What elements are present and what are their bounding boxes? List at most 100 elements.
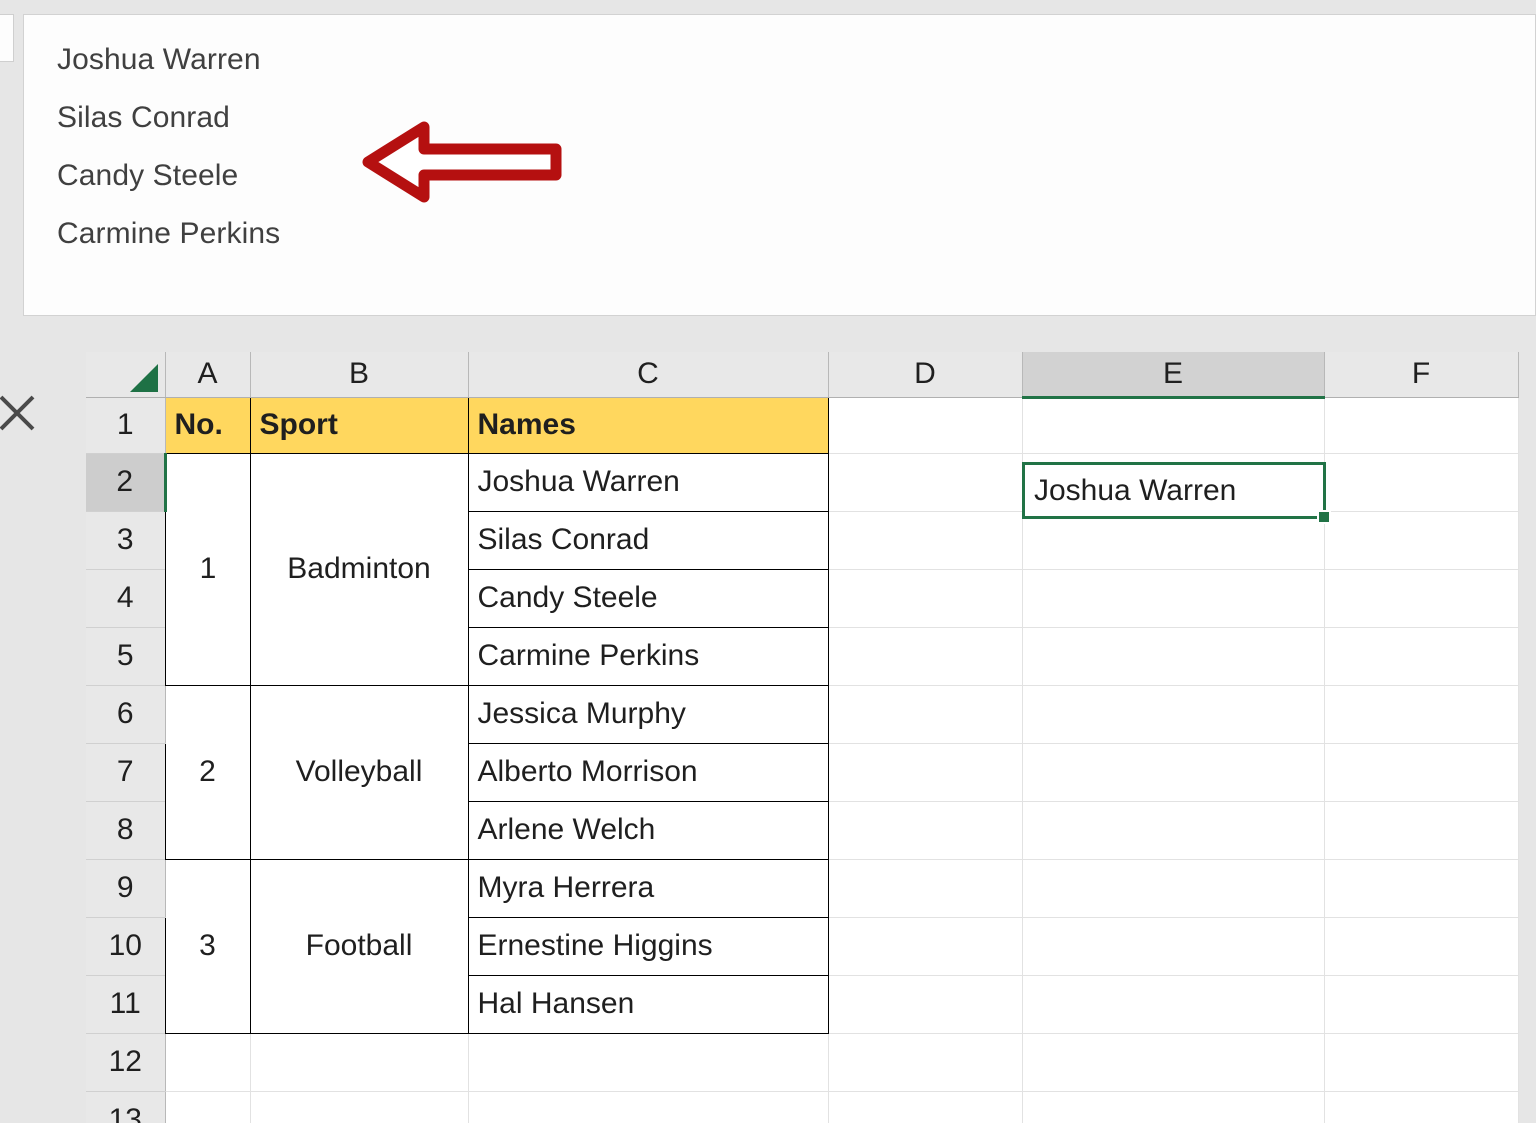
row-header-2[interactable]: 2: [86, 453, 167, 512]
cell-f11[interactable]: [1324, 975, 1519, 1034]
cell-d4[interactable]: [828, 569, 1023, 628]
close-icon[interactable]: [0, 392, 38, 434]
cell-e13[interactable]: [1022, 1091, 1325, 1123]
active-cell-e2[interactable]: Joshua Warren: [1022, 462, 1331, 524]
cell-f3[interactable]: [1324, 511, 1519, 570]
row-header-8[interactable]: 8: [86, 801, 166, 860]
row-header-1[interactable]: 1: [86, 397, 166, 454]
active-cell-value: Joshua Warren: [1034, 473, 1237, 507]
select-all-triangle-icon: [129, 363, 158, 392]
cell-e8[interactable]: [1022, 801, 1325, 860]
cell-f8[interactable]: [1324, 801, 1519, 860]
cell-d5[interactable]: [828, 627, 1023, 686]
row-header-12[interactable]: 12: [86, 1033, 166, 1092]
cell-d3[interactable]: [828, 511, 1023, 570]
cell-d8[interactable]: [828, 801, 1023, 860]
row-header-3[interactable]: 3: [86, 511, 166, 570]
cell-a9-merged-group-no[interactable]: 3: [164, 858, 251, 1034]
names-preview-item: Candy Steele: [57, 159, 239, 192]
names-preview-list: Joshua Warren Silas Conrad Candy Steele …: [57, 31, 280, 263]
left-edge-panel-sliver: [0, 14, 14, 62]
cell-c13[interactable]: [468, 1091, 829, 1123]
names-preview-item: Silas Conrad: [57, 101, 230, 134]
cell-d2[interactable]: [828, 453, 1023, 512]
cell-d11[interactable]: [828, 975, 1023, 1034]
cell-f10[interactable]: [1324, 917, 1519, 976]
cell-c3[interactable]: Silas Conrad: [467, 510, 829, 570]
cell-e1[interactable]: [1022, 397, 1325, 454]
spreadsheet-grid[interactable]: A B C D E F 1 No. Sport Names 2 1 Badmin…: [86, 352, 1536, 1123]
cell-f5[interactable]: [1324, 627, 1519, 686]
cell-e5[interactable]: [1022, 627, 1325, 686]
cell-d9[interactable]: [828, 859, 1023, 918]
cell-a6-merged-group-no[interactable]: 2: [164, 684, 251, 860]
left-arrow-annotation-icon: [360, 119, 568, 205]
cell-c11[interactable]: Hal Hansen: [467, 974, 829, 1034]
row-header-5[interactable]: 5: [86, 627, 166, 686]
cell-a13[interactable]: [165, 1091, 251, 1123]
cell-d1[interactable]: [828, 397, 1023, 454]
cell-c7[interactable]: Alberto Morrison: [467, 742, 829, 802]
select-all-button[interactable]: [86, 352, 166, 398]
cell-f6[interactable]: [1324, 685, 1519, 744]
cell-c1[interactable]: Names: [467, 396, 829, 454]
row-header-6[interactable]: 6: [86, 685, 166, 744]
cell-c8[interactable]: Arlene Welch: [467, 800, 829, 860]
column-header-b[interactable]: B: [250, 352, 469, 398]
column-header-a[interactable]: A: [165, 352, 251, 398]
grid-row: 1 No. Sport Names: [86, 396, 1519, 454]
cell-c9[interactable]: Myra Herrera: [467, 858, 829, 918]
grid-row: 6 2 Volleyball Jessica Murphy: [86, 684, 1519, 860]
cell-d6[interactable]: [828, 685, 1023, 744]
cell-c5[interactable]: Carmine Perkins: [467, 626, 829, 686]
row-header-11[interactable]: 11: [86, 975, 166, 1034]
cell-f13[interactable]: [1324, 1091, 1519, 1123]
cell-e4[interactable]: [1022, 569, 1325, 628]
fill-handle[interactable]: [1317, 510, 1331, 524]
cell-f9[interactable]: [1324, 859, 1519, 918]
column-header-e[interactable]: E: [1022, 352, 1325, 399]
cell-d12[interactable]: [828, 1033, 1023, 1092]
row-header-7[interactable]: 7: [86, 743, 166, 802]
cell-b2-merged-group-sport[interactable]: Badminton: [249, 452, 469, 686]
cell-a12[interactable]: [165, 1033, 251, 1092]
cell-b6-merged-group-sport[interactable]: Volleyball: [249, 684, 469, 860]
cell-c6[interactable]: Jessica Murphy: [467, 684, 829, 744]
cell-f1[interactable]: [1324, 397, 1519, 454]
cell-b12[interactable]: [250, 1033, 469, 1092]
cell-f4[interactable]: [1324, 569, 1519, 628]
cell-d10[interactable]: [828, 917, 1023, 976]
cell-f2[interactable]: [1324, 453, 1519, 512]
cell-f12[interactable]: [1324, 1033, 1519, 1092]
cell-c10[interactable]: Ernestine Higgins: [467, 916, 829, 976]
column-header-c[interactable]: C: [468, 352, 829, 398]
names-preview-panel: Joshua Warren Silas Conrad Candy Steele …: [23, 14, 1536, 316]
cell-e9[interactable]: [1022, 859, 1325, 918]
cell-b1[interactable]: Sport: [249, 396, 469, 454]
column-header-f[interactable]: F: [1324, 352, 1519, 398]
cell-f7[interactable]: [1324, 743, 1519, 802]
row-header-13[interactable]: 13: [86, 1091, 166, 1123]
column-header-row: A B C D E F: [86, 352, 1519, 399]
cell-e6[interactable]: [1022, 685, 1325, 744]
cell-e3[interactable]: [1022, 511, 1325, 570]
row-header-4[interactable]: 4: [86, 569, 166, 628]
cell-e10[interactable]: [1022, 917, 1325, 976]
cell-e7[interactable]: [1022, 743, 1325, 802]
cell-e12[interactable]: [1022, 1033, 1325, 1092]
cell-c12[interactable]: [468, 1033, 829, 1092]
cell-a2-merged-group-no[interactable]: 1: [164, 452, 251, 686]
grid-row: 12: [86, 1033, 1519, 1092]
cell-a1[interactable]: No.: [164, 396, 251, 454]
cell-d13[interactable]: [828, 1091, 1023, 1123]
cell-b9-merged-group-sport[interactable]: Football: [249, 858, 469, 1034]
cell-c4[interactable]: Candy Steele: [467, 568, 829, 628]
cell-c2[interactable]: Joshua Warren: [467, 452, 829, 512]
cell-d7[interactable]: [828, 743, 1023, 802]
row-header-9[interactable]: 9: [86, 859, 166, 918]
cell-e11[interactable]: [1022, 975, 1325, 1034]
column-header-d[interactable]: D: [828, 352, 1023, 398]
cell-b13[interactable]: [250, 1091, 469, 1123]
screenshot-stage: Joshua Warren Silas Conrad Candy Steele …: [0, 0, 1536, 1123]
row-header-10[interactable]: 10: [86, 917, 166, 976]
